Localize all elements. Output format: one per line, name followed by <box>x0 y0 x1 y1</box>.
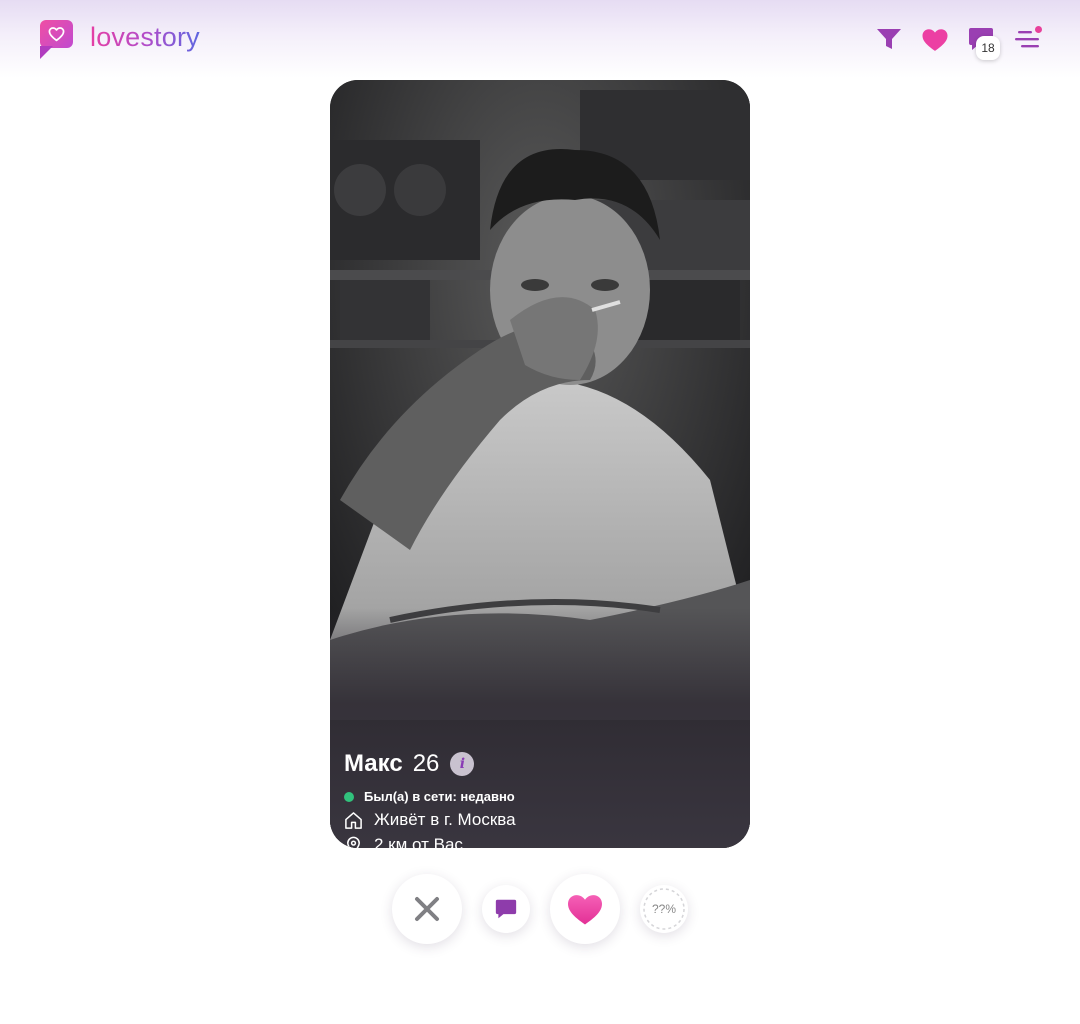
profile-age: 26 <box>412 750 440 777</box>
info-icon[interactable]: i <box>450 752 475 776</box>
compatibility-button[interactable]: ??% <box>640 885 688 933</box>
likes-button[interactable] <box>920 24 950 54</box>
profile-city: Живёт в г. Москва <box>374 810 516 829</box>
profile-distance: 2 км от Вас <box>374 835 463 848</box>
dislike-button[interactable] <box>392 874 462 944</box>
like-button[interactable] <box>550 874 620 944</box>
logo-icon <box>40 20 74 60</box>
top-bar: lovestory 18 <box>0 0 1080 78</box>
filter-icon <box>877 29 901 49</box>
location-pin-icon <box>347 836 360 848</box>
profile-name: Макс <box>344 750 403 777</box>
online-status-dot <box>344 791 354 802</box>
logo[interactable]: lovestory <box>40 20 200 60</box>
logo-text: lovestory <box>90 21 200 52</box>
compatibility-value: ??% <box>651 902 677 916</box>
heart-icon <box>922 28 948 51</box>
message-button[interactable] <box>482 885 530 933</box>
messages-button[interactable]: 18 <box>966 24 1000 60</box>
chat-icon <box>495 899 517 919</box>
messages-badge: 18 <box>976 36 1000 60</box>
heart-icon <box>568 895 602 925</box>
close-icon <box>415 897 439 921</box>
home-icon <box>345 811 362 829</box>
online-status-text: Был(а) в сети: недавно <box>364 789 515 804</box>
filter-button[interactable] <box>874 24 904 54</box>
menu-button[interactable] <box>1012 24 1042 54</box>
action-bar: ??% <box>0 874 1080 944</box>
menu-notification-dot <box>1035 26 1042 33</box>
profile-card[interactable]: Макс 26 i Был(а) в сети: недавно Живёт в… <box>330 80 750 848</box>
profile-info: Макс 26 i Был(а) в сети: недавно Живёт в… <box>344 750 516 848</box>
